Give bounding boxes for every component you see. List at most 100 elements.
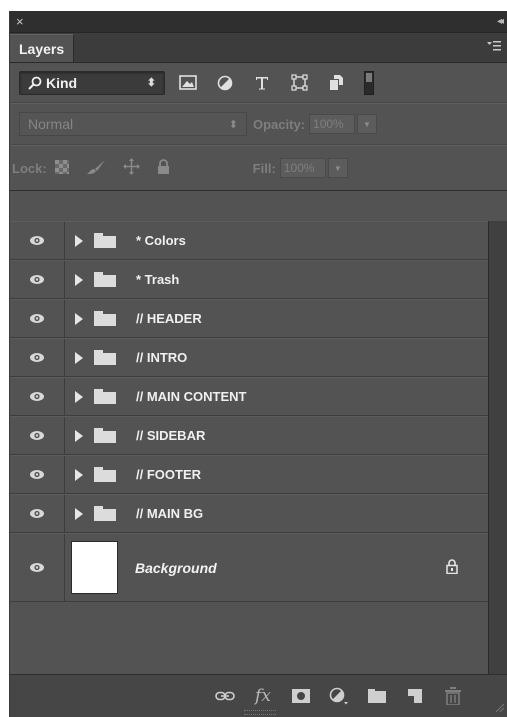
fill-control: Fill: 100% ▼ — [247, 158, 348, 178]
expand-triangle-icon[interactable] — [75, 312, 83, 325]
shape-filter-icon[interactable] — [290, 74, 308, 92]
layer-name: // FOOTER — [136, 467, 201, 482]
adjustment-filter-icon[interactable] — [216, 74, 234, 92]
tab-bar: Layers — [10, 33, 507, 63]
folder-icon — [94, 428, 116, 443]
expand-triangle-icon[interactable] — [75, 390, 83, 403]
filter-toggle-switch[interactable] — [364, 70, 374, 95]
lock-transparent-pixels-icon[interactable] — [54, 159, 69, 177]
fx-icon[interactable]: fx — [244, 681, 282, 711]
layer-name: // MAIN CONTENT — [136, 389, 247, 404]
eye-icon — [30, 275, 44, 284]
opacity-field[interactable]: 100% — [309, 114, 356, 134]
eye-icon — [30, 563, 44, 572]
layer-name: Background — [135, 559, 217, 576]
layer-row[interactable]: // MAIN BG — [10, 494, 488, 533]
layer-name: * Colors — [136, 233, 186, 248]
layers-panel: × ◂◂ Layers Kind ⬍ Normal ⬍ Opacity: 100… — [9, 11, 507, 717]
layer-row[interactable]: // INTRO — [10, 338, 488, 377]
panel-resize-handle[interactable] — [244, 710, 276, 715]
layer-row[interactable]: * Colors — [10, 221, 488, 260]
visibility-toggle[interactable] — [10, 534, 65, 601]
search-icon — [28, 76, 42, 90]
blend-mode-select[interactable]: Normal ⬍ — [19, 112, 247, 136]
layer-name: * Trash — [136, 272, 180, 287]
filter-icons — [179, 70, 374, 95]
visibility-toggle[interactable] — [10, 495, 65, 532]
eye-icon — [30, 236, 44, 245]
visibility-toggle[interactable] — [10, 378, 65, 415]
expand-triangle-icon[interactable] — [75, 273, 83, 286]
eye-icon — [30, 353, 44, 362]
close-panel-button[interactable]: × — [16, 15, 24, 28]
expand-triangle-icon[interactable] — [75, 507, 83, 520]
layer-name: // HEADER — [136, 311, 202, 326]
filter-row: Kind ⬍ — [10, 63, 507, 103]
eye-icon — [30, 392, 44, 401]
eye-icon — [30, 431, 44, 440]
expand-triangle-icon[interactable] — [75, 234, 83, 247]
layer-thumbnail — [71, 541, 118, 594]
layer-row[interactable]: // MAIN CONTENT — [10, 377, 488, 416]
expand-triangle-icon[interactable] — [75, 468, 83, 481]
visibility-toggle[interactable] — [10, 261, 65, 298]
smart-object-filter-icon[interactable] — [327, 74, 345, 92]
lock-image-pixels-icon[interactable] — [86, 159, 106, 178]
folder-icon — [94, 311, 116, 326]
new-layer-icon[interactable] — [396, 681, 434, 711]
expand-triangle-icon[interactable] — [75, 351, 83, 364]
new-group-icon[interactable] — [358, 681, 396, 711]
collapse-panel-icon[interactable]: ◂◂ — [497, 16, 504, 27]
layer-row[interactable]: * Trash — [10, 260, 488, 299]
tab-layers[interactable]: Layers — [10, 34, 75, 62]
eye-icon — [30, 314, 44, 323]
lock-icons — [54, 158, 170, 178]
lock-label: Lock: — [12, 160, 47, 176]
add-mask-icon[interactable] — [282, 681, 320, 711]
layers-scrollbar[interactable] — [488, 221, 507, 674]
fill-label: Fill: — [252, 160, 276, 176]
folder-icon — [94, 389, 116, 404]
visibility-toggle[interactable] — [10, 222, 65, 259]
lock-position-icon[interactable] — [122, 158, 140, 178]
fill-dropdown-button[interactable]: ▼ — [327, 158, 348, 178]
lock-all-icon[interactable] — [157, 158, 170, 178]
visibility-toggle[interactable] — [10, 339, 65, 376]
select-arrows-icon: ⬍ — [146, 77, 156, 89]
layer-row[interactable]: // HEADER — [10, 299, 488, 338]
layers-bottom-toolbar: fx — [10, 674, 507, 717]
folder-icon — [94, 272, 116, 287]
layer-row[interactable]: // SIDEBAR — [10, 416, 488, 455]
link-layers-icon[interactable] — [206, 681, 244, 711]
layer-name: // INTRO — [136, 350, 188, 365]
kind-filter-label: Kind — [46, 74, 78, 91]
blend-row: Normal ⬍ Opacity: 100% ▼ — [10, 103, 507, 145]
lock-row: Lock: Fill: 100% ▼ — [10, 145, 507, 191]
fill-field[interactable]: 100% — [279, 158, 326, 178]
folder-icon — [94, 350, 116, 365]
expand-triangle-icon[interactable] — [75, 429, 83, 442]
folder-icon — [94, 506, 116, 521]
kind-filter-select[interactable]: Kind ⬍ — [19, 70, 165, 95]
folder-icon — [94, 467, 116, 482]
visibility-toggle[interactable] — [10, 417, 65, 454]
layer-name: // MAIN BG — [136, 506, 204, 521]
layer-name: // SIDEBAR — [136, 428, 206, 443]
visibility-toggle[interactable] — [10, 300, 65, 337]
eye-icon — [30, 470, 44, 479]
visibility-toggle[interactable] — [10, 456, 65, 493]
background-layer-row[interactable]: Background — [10, 533, 488, 602]
panel-menu-icon[interactable] — [487, 41, 501, 54]
resize-grip-icon[interactable] — [495, 703, 505, 713]
panel-titlebar: × ◂◂ — [10, 11, 507, 33]
new-adjustment-icon[interactable] — [320, 681, 358, 711]
opacity-dropdown-button[interactable]: ▼ — [357, 114, 378, 134]
layers-list: * Colors * Trash // HEADER // INTRO // M… — [10, 221, 488, 674]
layer-row[interactable]: // FOOTER — [10, 455, 488, 494]
delete-layer-icon[interactable] — [434, 681, 472, 711]
eye-icon — [30, 509, 44, 518]
type-filter-icon[interactable] — [253, 74, 271, 92]
folder-icon — [94, 233, 116, 248]
image-filter-icon[interactable] — [179, 74, 197, 92]
lock-icon[interactable] — [446, 558, 458, 577]
